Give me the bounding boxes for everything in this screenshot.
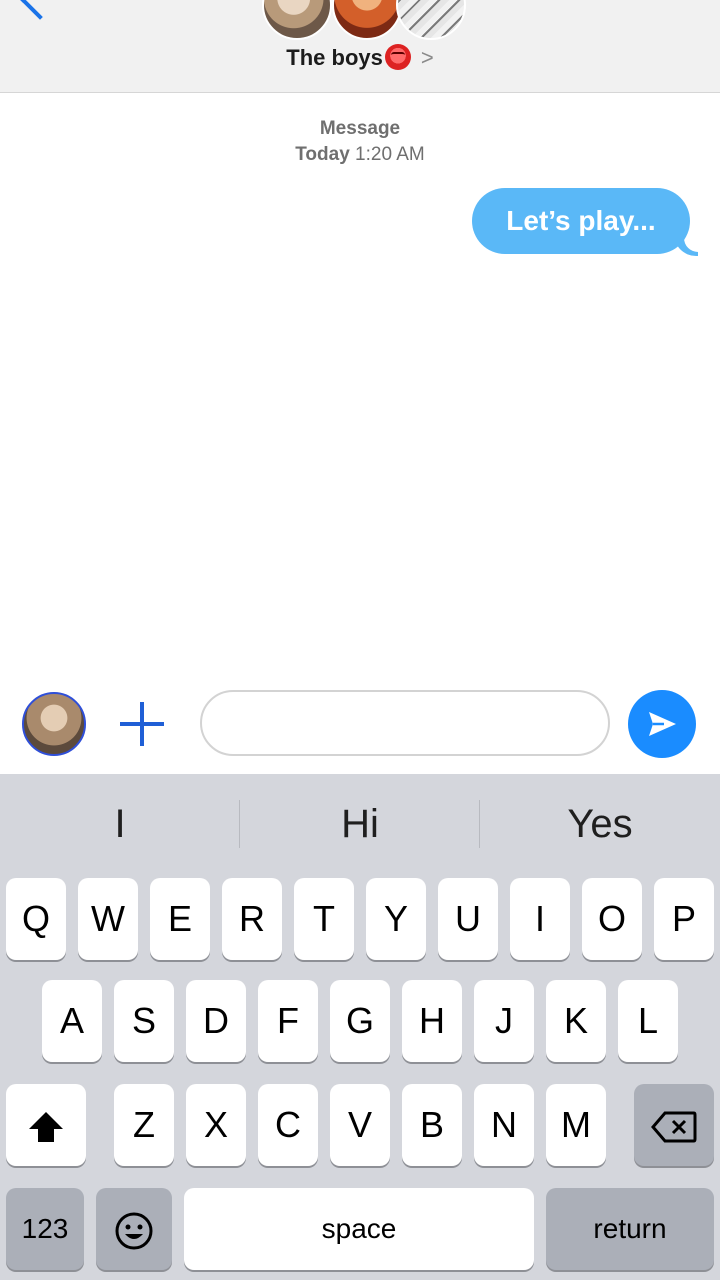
member-avatar xyxy=(262,0,332,40)
key-r[interactable]: R xyxy=(222,878,282,960)
emoji-key[interactable] xyxy=(96,1188,172,1270)
composer-bar xyxy=(0,680,720,774)
key-v[interactable]: V xyxy=(330,1084,390,1166)
delete-key[interactable] xyxy=(634,1084,714,1166)
key-o[interactable]: O xyxy=(582,878,642,960)
key-m[interactable]: M xyxy=(546,1084,606,1166)
suggestion-bar: I Hi Yes xyxy=(0,774,720,874)
key-x[interactable]: X xyxy=(186,1084,246,1166)
key-q[interactable]: Q xyxy=(6,878,66,960)
suggestion-2[interactable]: Hi xyxy=(240,774,480,874)
key-c[interactable]: C xyxy=(258,1084,318,1166)
key-j[interactable]: J xyxy=(474,980,534,1062)
delete-icon xyxy=(651,1111,697,1143)
timestamp-day: Today xyxy=(295,144,350,165)
space-key[interactable]: space xyxy=(184,1188,534,1270)
outgoing-message-bubble[interactable]: Let’s play... xyxy=(472,188,690,254)
key-b[interactable]: B xyxy=(402,1084,462,1166)
service-label: Message xyxy=(319,118,401,139)
key-h[interactable]: H xyxy=(402,980,462,1062)
key-g[interactable]: G xyxy=(330,980,390,1062)
keyboard: I Hi Yes Q W E R T Y U I O P A S D F G H… xyxy=(0,774,720,1280)
avatar[interactable] xyxy=(22,692,86,756)
member-avatar xyxy=(332,0,402,40)
key-s[interactable]: S xyxy=(114,980,174,1062)
key-t[interactable]: T xyxy=(294,878,354,960)
emoji-icon xyxy=(115,1212,153,1250)
key-e[interactable]: E xyxy=(150,878,210,960)
key-f[interactable]: F xyxy=(258,980,318,1062)
plus-icon[interactable] xyxy=(120,702,164,746)
return-key[interactable]: return xyxy=(546,1188,714,1270)
key-n[interactable]: N xyxy=(474,1084,534,1166)
key-a[interactable]: A xyxy=(42,980,102,1062)
message-input[interactable] xyxy=(200,690,610,756)
goblin-emoji-icon xyxy=(384,44,411,70)
key-l[interactable]: L xyxy=(618,980,678,1062)
conversation-header: The boys > xyxy=(0,0,720,93)
key-y[interactable]: Y xyxy=(366,878,426,960)
key-u[interactable]: U xyxy=(438,878,498,960)
timestamp-time: 1:20 AM xyxy=(355,144,425,165)
suggestion-3[interactable]: Yes xyxy=(480,774,720,874)
key-d[interactable]: D xyxy=(186,980,246,1062)
chevron-right-icon: > xyxy=(420,45,434,70)
shift-icon xyxy=(29,1112,63,1143)
group-title[interactable]: The boys > xyxy=(0,44,720,71)
suggestion-1[interactable]: I xyxy=(0,774,240,874)
send-button[interactable] xyxy=(628,690,696,758)
group-avatars[interactable] xyxy=(262,0,466,40)
key-p[interactable]: P xyxy=(654,878,714,960)
numbers-key[interactable]: 123 xyxy=(6,1188,84,1270)
group-name: The boys xyxy=(286,45,383,70)
send-icon xyxy=(649,712,676,736)
key-w[interactable]: W xyxy=(78,878,138,960)
message-timestamp: Message Today 1:20 AM xyxy=(0,116,720,168)
key-z[interactable]: Z xyxy=(114,1084,174,1166)
back-chevron-icon[interactable] xyxy=(20,0,60,20)
member-avatar xyxy=(396,0,466,40)
key-i[interactable]: I xyxy=(510,878,570,960)
key-k[interactable]: K xyxy=(546,980,606,1062)
shift-key[interactable] xyxy=(6,1084,86,1166)
